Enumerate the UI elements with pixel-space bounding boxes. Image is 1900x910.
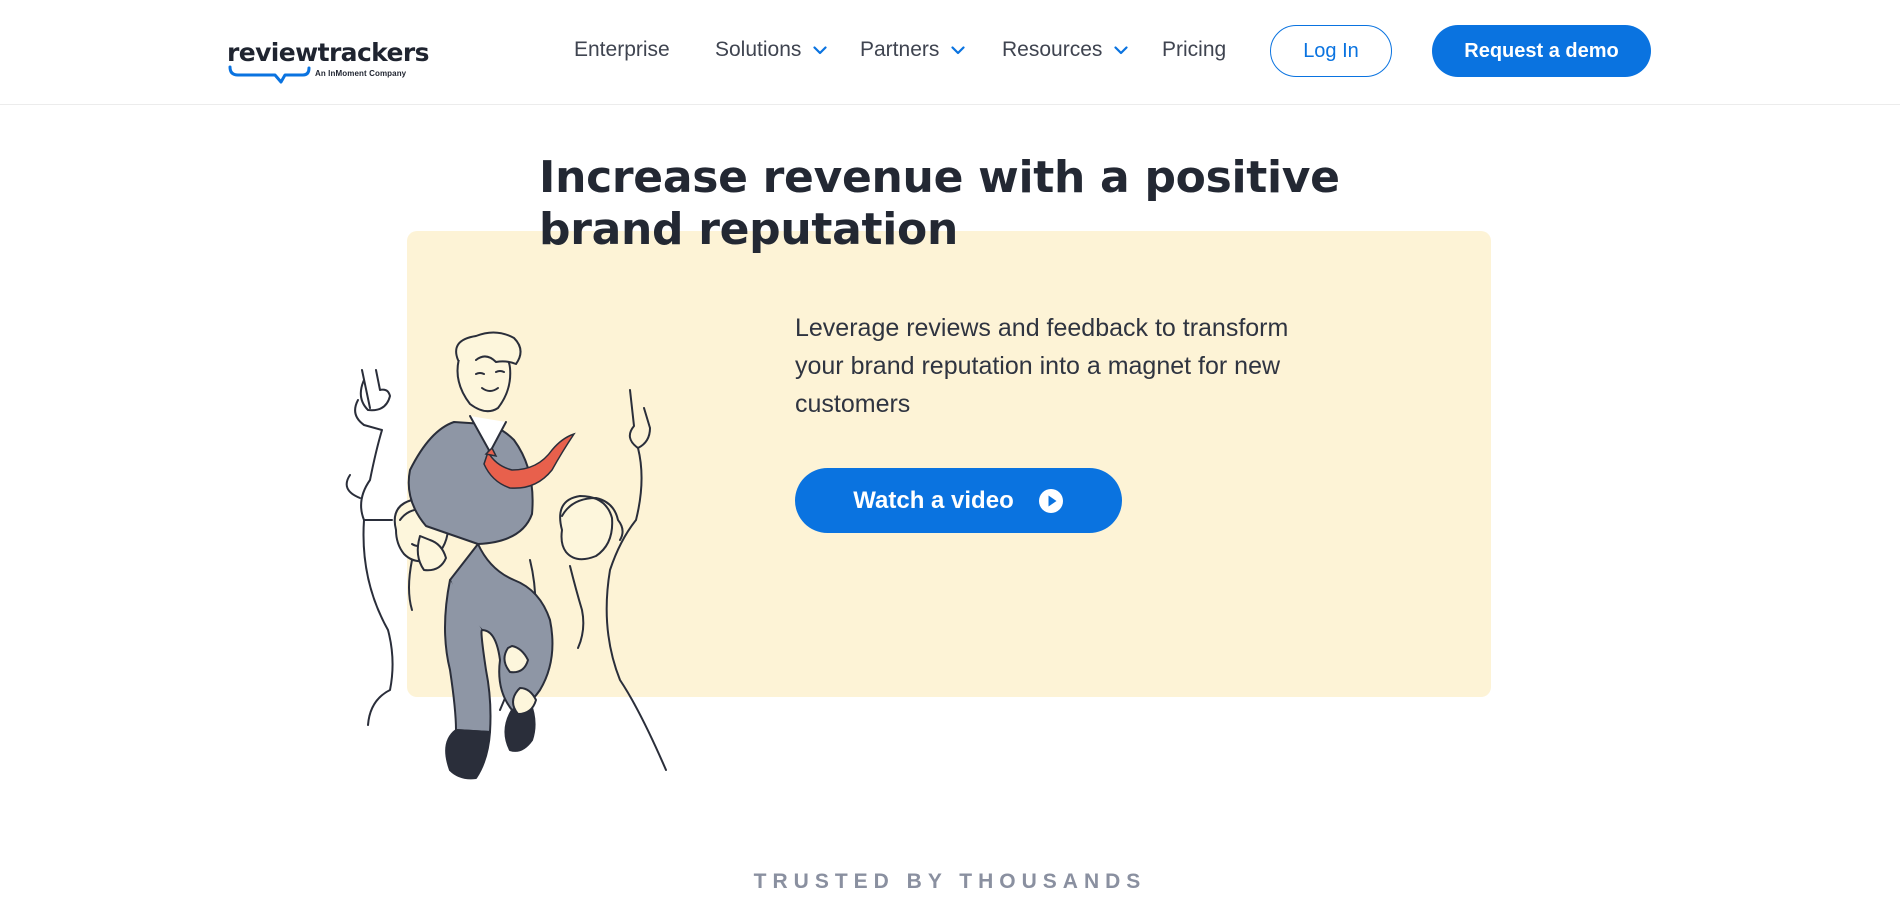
nav-label: Partners [860,38,940,61]
chevron-down-icon [813,45,827,55]
hero-description: Leverage reviews and feedback to transfo… [795,314,1289,418]
nav-label: Pricing [1162,38,1227,61]
nav-partners[interactable]: Partners [860,38,965,62]
request-demo-button[interactable]: Request a demo [1432,25,1651,77]
nav-label: Resources [1002,38,1103,61]
nav-solutions[interactable]: Solutions [715,38,827,62]
play-circle-icon [1038,488,1064,514]
speech-bubble-icon [228,65,311,84]
chevron-down-icon [1114,45,1128,55]
site-header: reviewtrackers An InMoment Company Enter… [0,0,1900,105]
nav-enterprise[interactable]: Enterprise [574,38,670,62]
trusted-by-heading: TRUSTED BY THOUSANDS [753,870,1147,893]
reviewtrackers-logo[interactable]: reviewtrackers An InMoment Company [227,38,430,88]
logo-wordmark: reviewtrackers [227,38,430,67]
watch-video-label: Watch a video [853,486,1014,514]
celebration-illustration [345,331,667,780]
chevron-down-icon [951,45,965,55]
login-button[interactable]: Log In [1270,25,1392,77]
nav-pricing[interactable]: Pricing [1162,38,1226,62]
watch-video-button[interactable]: Watch a video [795,468,1122,533]
logo-tagline: An InMoment Company [315,69,407,78]
nav-resources[interactable]: Resources [1002,38,1128,62]
hero-title: Increase revenue with a positive brand r… [539,152,1340,255]
nav-label: Enterprise [574,38,670,61]
nav-label: Solutions [715,38,802,61]
